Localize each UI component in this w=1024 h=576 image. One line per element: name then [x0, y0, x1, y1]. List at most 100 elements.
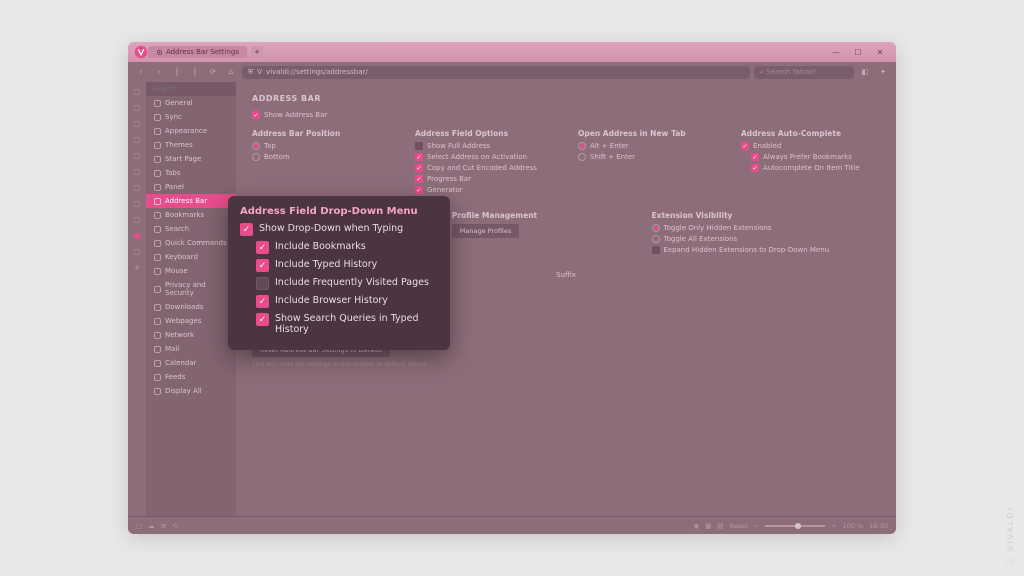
settings-sidebar: GeneralSyncAppearanceThemesStart PageTab…: [146, 82, 236, 516]
notes-panel-icon[interactable]: ▢: [132, 150, 142, 160]
camera-icon[interactable]: ◉: [694, 522, 700, 530]
shift-enter-radio[interactable]: Shift + Enter: [578, 153, 717, 161]
sidebar-icon: [154, 374, 161, 381]
maximize-button[interactable]: ☐: [848, 45, 868, 59]
popup-option-show-search-queries-in-typed-history[interactable]: ✓Show Search Queries in Typed History: [240, 313, 438, 335]
checkbox-icon: ✓: [256, 241, 269, 254]
encoded-address-checkbox[interactable]: ✓Copy and Cut Encoded Address: [415, 164, 554, 172]
sidebar-icon: [154, 346, 161, 353]
add-panel-icon[interactable]: +: [132, 262, 142, 272]
sidebar-item-calendar[interactable]: Calendar: [146, 356, 236, 370]
sidebar-item-display-all[interactable]: Display All: [146, 384, 236, 398]
progress-bar-checkbox[interactable]: ✓Progress Bar: [415, 175, 554, 183]
browser-tab[interactable]: Address Bar Settings: [148, 46, 247, 58]
gear-icon: [156, 49, 163, 56]
tasks-panel-icon[interactable]: ▢: [132, 214, 142, 224]
sidebar-icon: [154, 198, 161, 205]
sidebar-item-search[interactable]: Search: [146, 222, 236, 236]
sidebar-item-panel[interactable]: Panel: [146, 180, 236, 194]
sidebar-item-address-bar[interactable]: Address Bar: [146, 194, 236, 208]
show-full-address-checkbox[interactable]: Show Full Address: [415, 142, 554, 150]
mail-icon[interactable]: ✉: [161, 522, 166, 530]
back-button[interactable]: ‹: [134, 65, 148, 79]
checkbox-icon: ✓: [256, 295, 269, 308]
calendar-panel-icon[interactable]: ▢: [132, 182, 142, 192]
notes-icon[interactable]: ▤: [717, 522, 723, 530]
sidebar-item-general[interactable]: General: [146, 96, 236, 110]
tile-icon[interactable]: ▦: [705, 522, 711, 530]
home-button[interactable]: ⌂: [224, 65, 238, 79]
zoom-slider[interactable]: [765, 525, 825, 527]
position-bottom-radio[interactable]: Bottom: [252, 153, 391, 161]
rewind-button[interactable]: ⎮: [170, 65, 184, 79]
sidebar-search-input[interactable]: [146, 82, 236, 96]
search-field[interactable]: ⌕ Search Yahoo!: [754, 66, 854, 79]
prefer-bookmarks-checkbox[interactable]: ✓Always Prefer Bookmarks: [741, 153, 880, 161]
popup-option-show-drop-down-when-typing[interactable]: ✓Show Drop-Down when Typing: [240, 223, 438, 236]
popup-option-include-frequently-visited-pages[interactable]: Include Frequently Visited Pages: [240, 277, 438, 290]
sidebar-item-feeds[interactable]: Feeds: [146, 370, 236, 384]
forward-button[interactable]: ›: [152, 65, 166, 79]
sidebar-item-appearance[interactable]: Appearance: [146, 124, 236, 138]
profile-icon[interactable]: ◧: [858, 65, 872, 79]
sidebar-item-webpages[interactable]: Webpages: [146, 314, 236, 328]
suffix-label: Suffix: [556, 271, 576, 279]
sidebar-item-start-page[interactable]: Start Page: [146, 152, 236, 166]
extensions-icon[interactable]: ✦: [876, 65, 890, 79]
cloud-icon[interactable]: ☁: [148, 522, 155, 530]
panel-icon[interactable]: ▢: [132, 246, 142, 256]
reading-panel-icon[interactable]: ▢: [132, 102, 142, 112]
generator-checkbox[interactable]: ✓Generator: [415, 186, 554, 194]
show-address-bar-checkbox[interactable]: ✓Show Address Bar: [252, 111, 880, 119]
clock: 16:30: [869, 522, 888, 530]
zoom-in-button[interactable]: +: [831, 522, 836, 530]
sidebar-item-downloads[interactable]: Downloads: [146, 300, 236, 314]
url-bar[interactable]: ⛨ V vivaldi://settings/addressbar/: [242, 66, 750, 79]
sidebar-item-themes[interactable]: Themes: [146, 138, 236, 152]
sidebar-icon: [154, 142, 161, 149]
sidebar-item-privacy-and-security[interactable]: Privacy and Security: [146, 278, 236, 300]
select-on-activation-checkbox[interactable]: ✓Select Address on Activation: [415, 153, 554, 161]
mail-panel-icon[interactable]: ▢: [132, 166, 142, 176]
reset-note: This will reset the settings in this sec…: [252, 361, 880, 368]
new-tab-button[interactable]: +: [251, 46, 263, 58]
sidebar-item-network[interactable]: Network: [146, 328, 236, 342]
url-text: vivaldi://settings/addressbar/: [266, 68, 368, 76]
alt-enter-radio[interactable]: Alt + Enter: [578, 142, 717, 150]
expand-ext-checkbox[interactable]: Expand Hidden Extensions to Drop-Down Me…: [652, 246, 880, 254]
sidebar-icon: [154, 156, 161, 163]
popup-option-include-bookmarks[interactable]: ✓Include Bookmarks: [240, 241, 438, 254]
titlebar: Address Bar Settings + — ☐ ✕: [128, 42, 896, 62]
downloads-panel-icon[interactable]: ▢: [132, 118, 142, 128]
zoom-out-button[interactable]: −: [754, 522, 759, 530]
autocomplete-enabled-checkbox[interactable]: ✓Enabled: [741, 142, 880, 150]
popup-option-include-typed-history[interactable]: ✓Include Typed History: [240, 259, 438, 272]
sidebar-item-quick-commands[interactable]: Quick Commands: [146, 236, 236, 250]
history-panel-icon[interactable]: ▢: [132, 134, 142, 144]
sync-icon[interactable]: ⟲: [172, 522, 177, 530]
position-top-radio[interactable]: Top: [252, 142, 391, 150]
sidebar-item-bookmarks[interactable]: Bookmarks: [146, 208, 236, 222]
sidebar-item-tabs[interactable]: Tabs: [146, 166, 236, 180]
reload-button[interactable]: ⟳: [206, 65, 220, 79]
manage-profiles-button[interactable]: Manage Profiles: [452, 224, 519, 238]
minimize-button[interactable]: —: [826, 45, 846, 59]
feeds-panel-icon[interactable]: ▢: [132, 198, 142, 208]
active-panel-icon[interactable]: ●: [132, 230, 142, 240]
sidebar-item-mouse[interactable]: Mouse: [146, 264, 236, 278]
sidebar-item-keyboard[interactable]: Keyboard: [146, 250, 236, 264]
close-button[interactable]: ✕: [870, 45, 890, 59]
sidebar-item-mail[interactable]: Mail: [146, 342, 236, 356]
zoom-reset-button[interactable]: Reset: [730, 522, 748, 530]
vivaldi-logo-icon[interactable]: [134, 45, 148, 59]
popup-option-include-browser-history[interactable]: ✓Include Browser History: [240, 295, 438, 308]
statusbar: ▢ ☁ ✉ ⟲ ◉ ▦ ▤ Reset − + 100 % 16:30: [128, 516, 896, 534]
status-icon[interactable]: ▢: [136, 522, 142, 530]
autocomplete-title-checkbox[interactable]: ✓Autocomplete On Item Title: [741, 164, 880, 172]
sidebar-item-sync[interactable]: Sync: [146, 110, 236, 124]
sidebar-icon: [154, 286, 161, 293]
toggle-all-ext-radio[interactable]: Toggle All Extensions: [652, 235, 880, 243]
toggle-hidden-ext-radio[interactable]: Toggle Only Hidden Extensions: [652, 224, 880, 232]
ffwd-button[interactable]: ⎮: [188, 65, 202, 79]
bookmarks-panel-icon[interactable]: ▢: [132, 86, 142, 96]
